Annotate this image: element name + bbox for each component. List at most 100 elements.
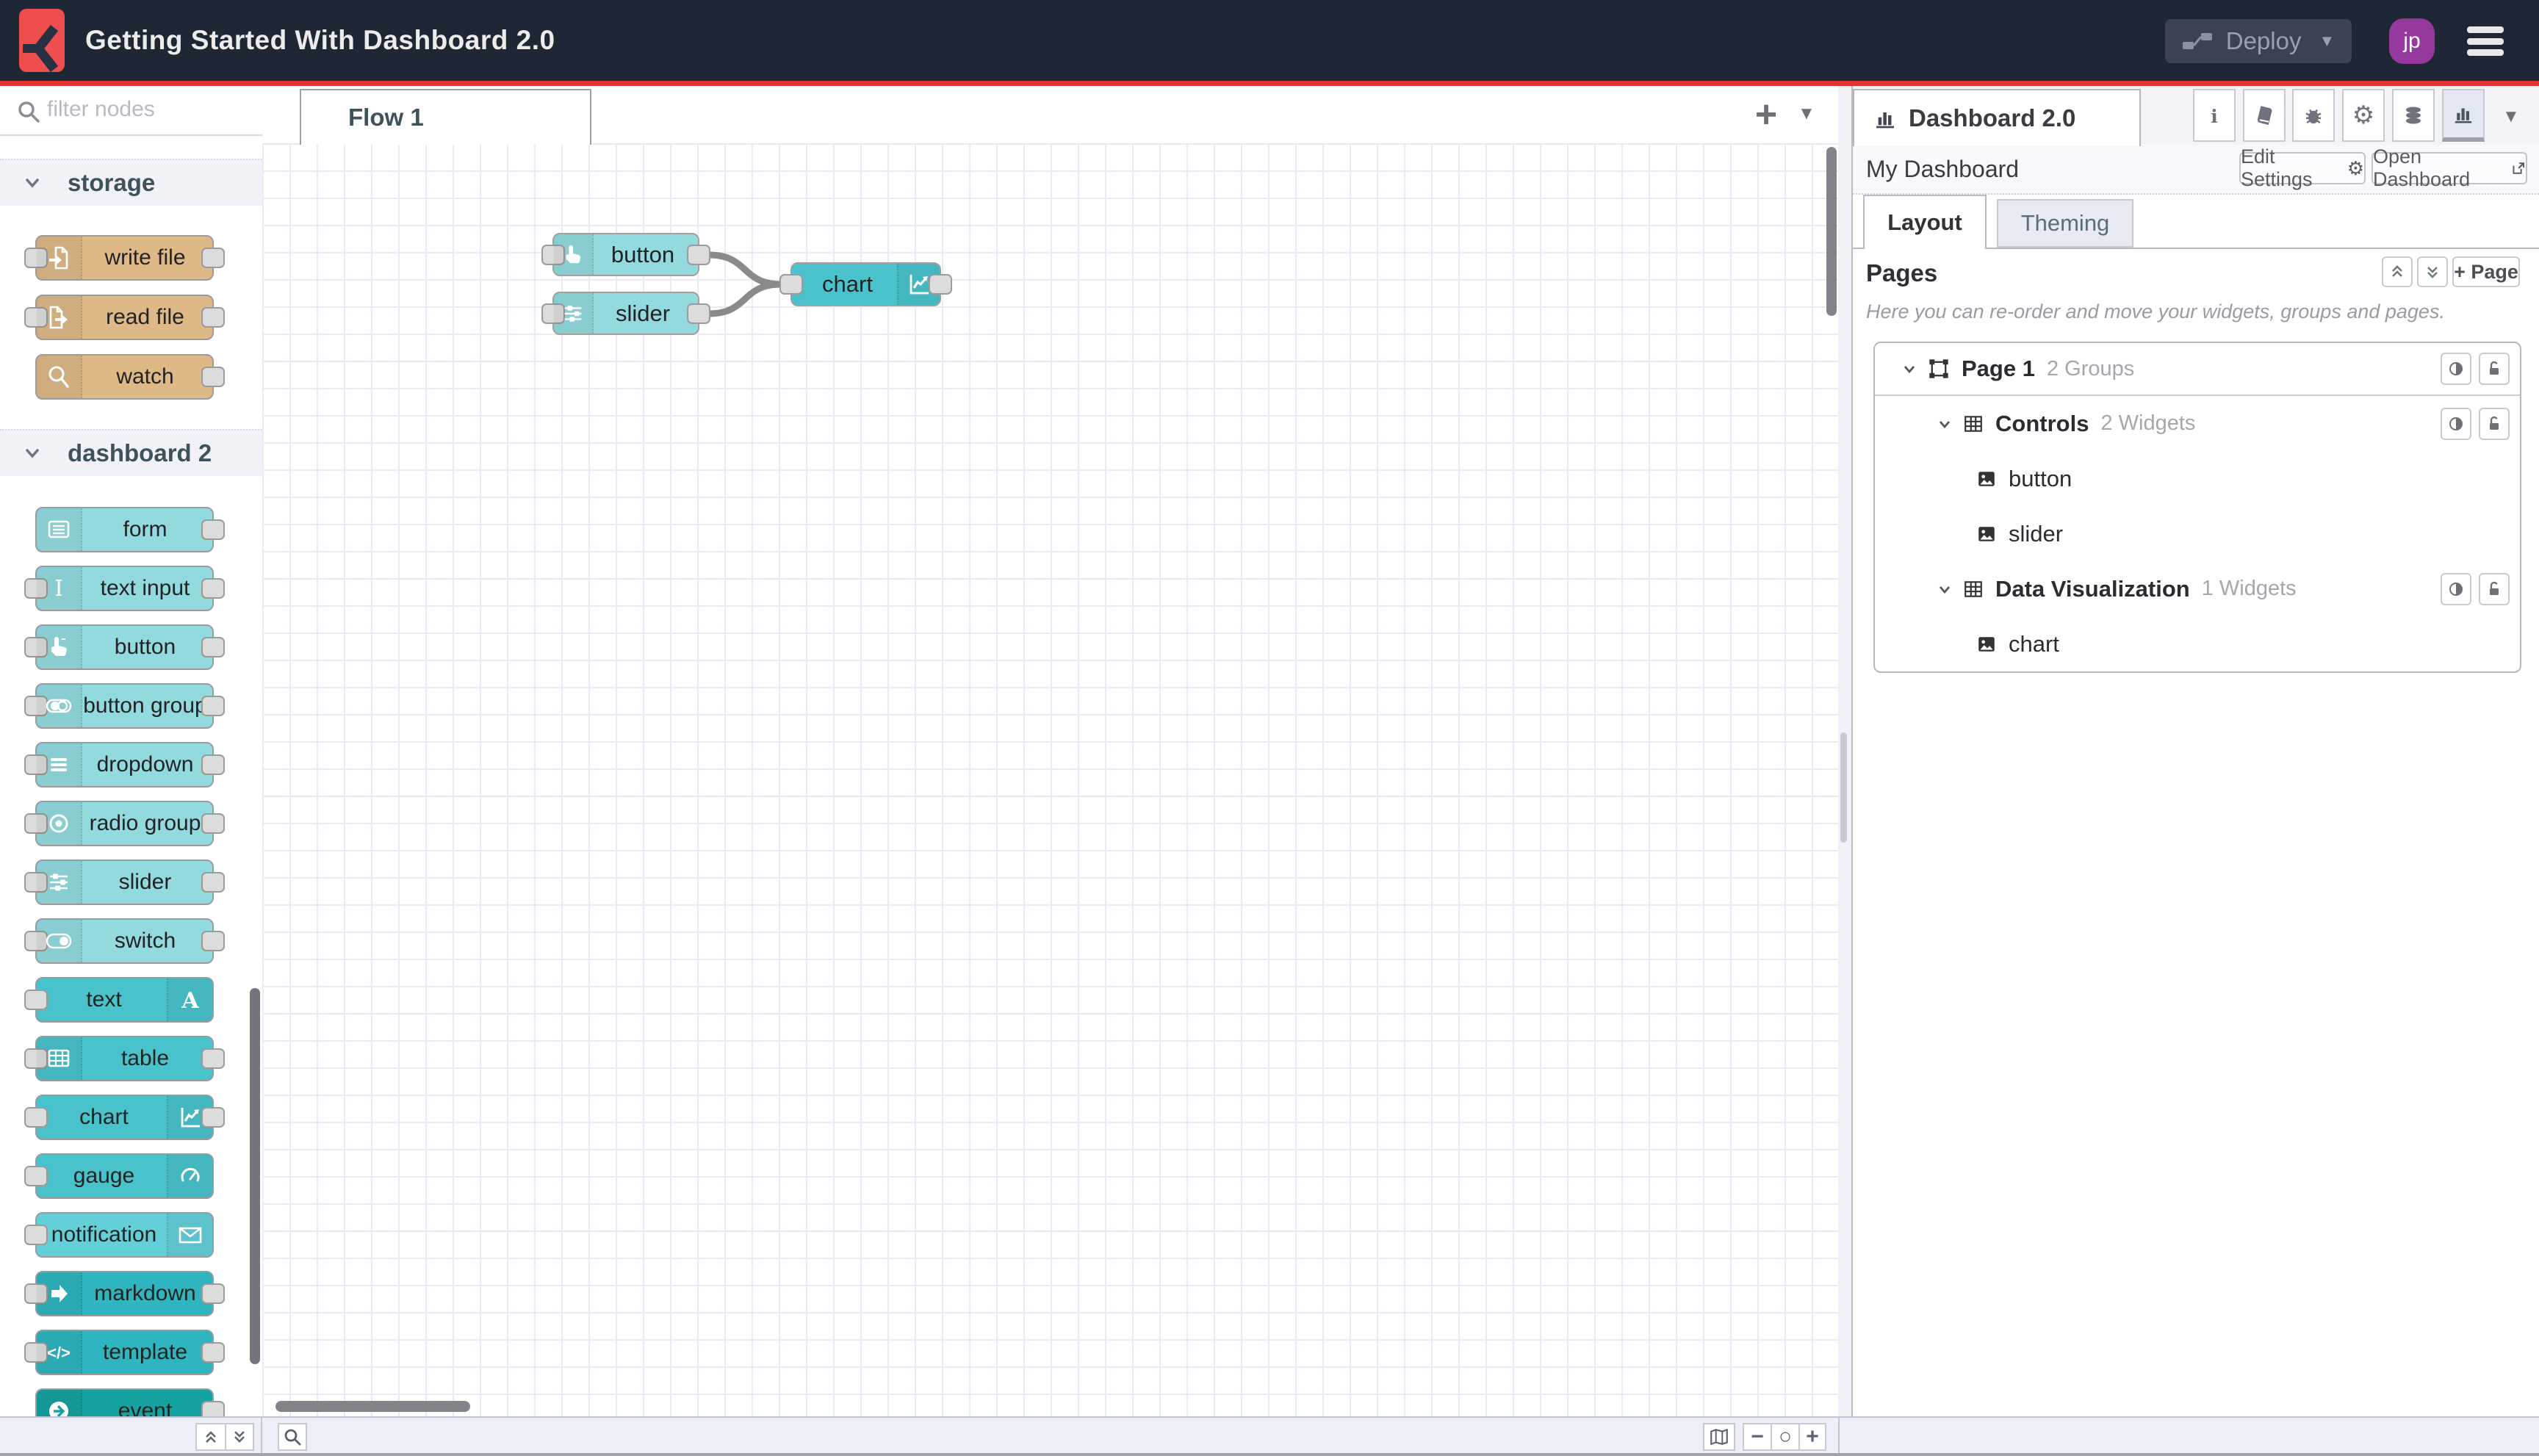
tree-count: 1 Widgets (2201, 577, 2297, 600)
add-page-button[interactable]: + Page (2452, 256, 2520, 287)
tree-row-data-visualization[interactable]: Data Visualization 1 Widgets (1875, 561, 2520, 616)
flow-node-chart[interactable]: chart (779, 262, 952, 306)
panel-resize-gutter[interactable] (1838, 86, 1851, 1416)
tab-theming[interactable]: Theming (1997, 199, 2133, 248)
main-menu-button[interactable] (2467, 26, 2504, 56)
move-down-button[interactable] (2417, 256, 2448, 287)
palette-node-text-input[interactable]: I text input (24, 566, 225, 611)
open-dashboard-button[interactable]: Open Dashboard (2371, 145, 2527, 190)
config-tab-button[interactable]: ⚙ (2342, 89, 2385, 142)
minimap-button[interactable] (1703, 1423, 1735, 1451)
user-avatar[interactable]: jp (2389, 18, 2435, 64)
palette-category-storage[interactable]: storage (0, 159, 262, 206)
flow-node-button[interactable]: button (541, 233, 710, 276)
zoom-in-button[interactable]: + (1798, 1423, 1826, 1451)
gutter-scroll-thumb[interactable] (1840, 732, 1847, 843)
flow-list-caret-icon[interactable]: ▼ (1798, 104, 1815, 124)
visibility-button[interactable] (2441, 407, 2471, 440)
output-port[interactable] (201, 872, 225, 893)
output-port[interactable] (201, 367, 225, 387)
output-port[interactable] (687, 303, 710, 324)
output-port[interactable] (201, 578, 225, 599)
visibility-button[interactable] (2441, 353, 2471, 385)
palette-collapse-up-button[interactable] (195, 1423, 225, 1451)
canvas-vertical-scrollbar[interactable] (1826, 147, 1837, 316)
tree-row-button[interactable]: button (1875, 451, 2520, 506)
output-port[interactable] (201, 307, 225, 328)
canvas-search-button[interactable] (278, 1423, 307, 1451)
output-port[interactable] (201, 637, 225, 657)
palette-node-form[interactable]: form (35, 507, 225, 552)
palette-node-event[interactable]: event (35, 1388, 225, 1416)
deploy-caret-icon[interactable]: ▼ (2319, 32, 2335, 51)
output-port[interactable] (201, 248, 225, 268)
palette-node-text[interactable]: A text (24, 977, 214, 1023)
canvas-horizontal-scrollbar[interactable] (275, 1401, 470, 1412)
lock-button[interactable] (2479, 407, 2510, 440)
palette-node-watch[interactable]: watch (35, 354, 225, 400)
palette-node-gauge[interactable]: gauge (24, 1153, 214, 1199)
output-port[interactable] (929, 274, 952, 295)
palette-node-table[interactable]: table (24, 1036, 225, 1081)
output-port[interactable] (201, 1283, 225, 1304)
palette-node-button[interactable]: button (24, 624, 225, 670)
output-port[interactable] (201, 1048, 225, 1069)
palette-node-chart[interactable]: chart (24, 1095, 225, 1140)
tab-layout[interactable]: Layout (1863, 195, 1987, 249)
layout-theming-tabs: Layout Theming (1853, 195, 2539, 249)
palette-node-radio-group[interactable]: radio group (24, 801, 225, 846)
output-port[interactable] (201, 1401, 225, 1416)
output-port[interactable] (201, 813, 225, 834)
tree-row-slider[interactable]: slider (1875, 506, 2520, 561)
help-tab-button[interactable] (2243, 89, 2286, 142)
add-flow-button[interactable]: + (1742, 90, 1790, 139)
deploy-button[interactable]: Deploy ▼ (2165, 19, 2352, 63)
tree-row-page1[interactable]: Page 1 2 Groups (1875, 343, 2520, 396)
node-label: button (611, 241, 675, 267)
flow-node-slider[interactable]: slider (541, 292, 710, 335)
palette-node-notification[interactable]: notification (24, 1212, 214, 1258)
info-icon: i (2211, 106, 2218, 126)
output-port[interactable] (201, 1342, 225, 1363)
palette-node-write-file[interactable]: write file (24, 235, 225, 281)
tree-count: 2 Groups (2046, 356, 2135, 381)
visibility-button[interactable] (2441, 572, 2471, 605)
lock-button[interactable] (2479, 572, 2510, 605)
debug-tab-button[interactable] (2292, 89, 2335, 142)
move-up-button[interactable] (2382, 256, 2413, 287)
palette-category-dashboard2[interactable]: dashboard 2 (0, 429, 262, 476)
output-port[interactable] (687, 244, 710, 265)
output-port[interactable] (201, 1107, 225, 1128)
output-port[interactable] (201, 519, 225, 540)
zoom-reset-button[interactable]: ○ (1771, 1423, 1798, 1451)
context-tab-button[interactable] (2392, 89, 2435, 142)
flow-grid[interactable]: button slider chart (262, 143, 1838, 1416)
chevron-down-icon[interactable] (1935, 414, 1954, 433)
output-port[interactable] (201, 754, 225, 775)
tree-row-chart[interactable]: chart (1875, 616, 2520, 671)
node-label: table (120, 1046, 170, 1070)
chevron-down-icon[interactable] (1900, 359, 1919, 378)
palette-collapse-down-button[interactable] (225, 1423, 254, 1451)
palette-node-read-file[interactable]: read file (24, 295, 225, 340)
palette-node-switch[interactable]: switch (24, 918, 225, 964)
chevron-down-icon[interactable] (1935, 580, 1954, 599)
tab-dashboard-2[interactable]: Dashboard 2.0 (1853, 89, 2141, 146)
dashboard-tab-button[interactable] (2442, 89, 2485, 142)
output-port[interactable] (201, 931, 225, 951)
palette-node-dropdown[interactable]: dropdown (24, 742, 225, 788)
palette-node-template[interactable]: </> template (24, 1330, 225, 1375)
palette-node-slider[interactable]: slider (24, 859, 225, 905)
lock-button[interactable] (2479, 353, 2510, 385)
zoom-out-button[interactable]: − (1743, 1423, 1771, 1451)
tree-row-controls[interactable]: Controls 2 Widgets (1875, 396, 2520, 451)
palette-scrollbar[interactable] (250, 988, 260, 1364)
filter-nodes-input[interactable] (46, 90, 247, 129)
palette-node-markdown[interactable]: markdown (24, 1271, 225, 1316)
edit-settings-button[interactable]: Edit Settings ⚙ (2239, 145, 2366, 190)
info-tab-button[interactable]: i (2193, 89, 2236, 142)
output-port[interactable] (201, 696, 225, 716)
palette-node-button-group[interactable]: button group (24, 683, 225, 729)
sidebar-menu-caret-icon[interactable]: ▼ (2502, 107, 2520, 127)
tab-flow1[interactable]: Flow 1 (300, 89, 591, 145)
